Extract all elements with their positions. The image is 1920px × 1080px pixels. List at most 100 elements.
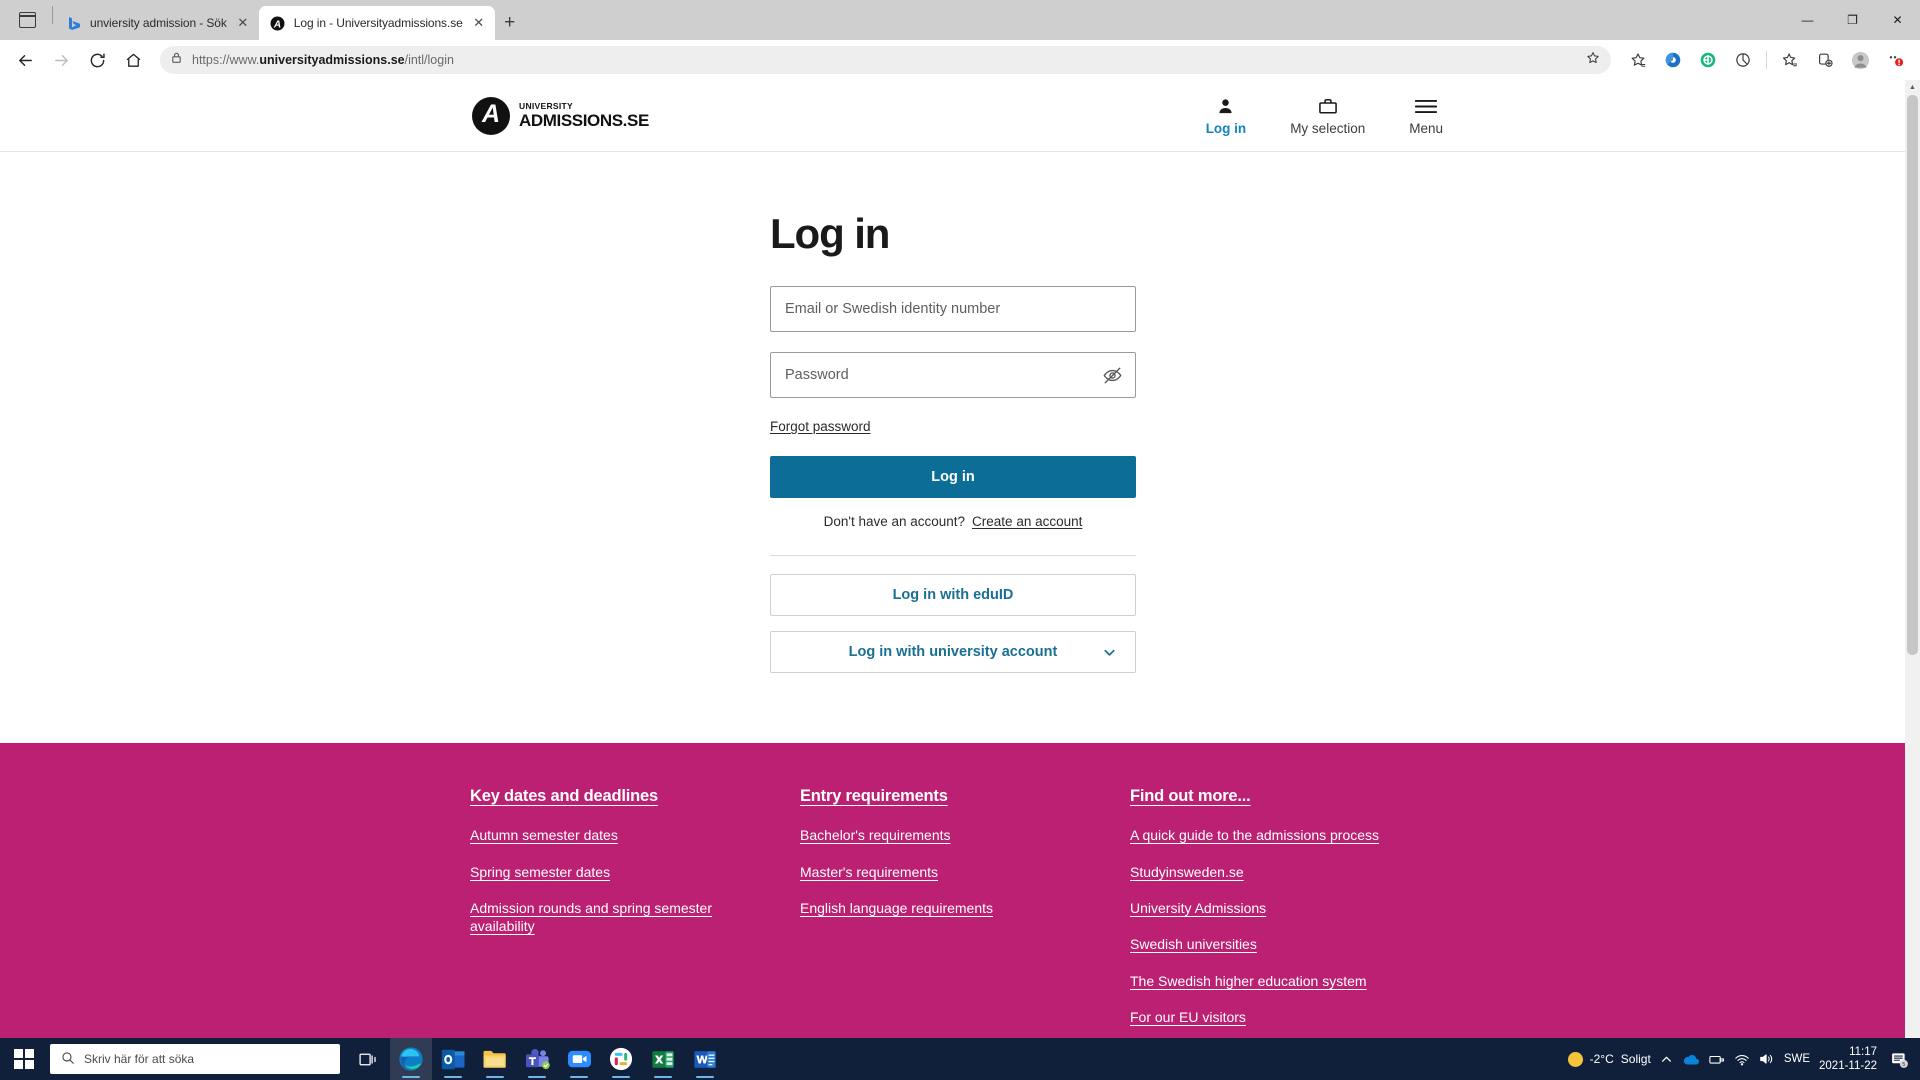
scroll-up-icon[interactable]: ▲ xyxy=(1905,80,1920,95)
nav-label: My selection xyxy=(1290,121,1366,137)
profile-icon[interactable] xyxy=(1843,43,1877,77)
notifications-icon[interactable]: 5 xyxy=(1886,1038,1912,1080)
log-in-button[interactable]: Log in xyxy=(770,456,1136,499)
footer-link[interactable]: For our EU visitors xyxy=(1130,1008,1420,1026)
email-field[interactable] xyxy=(770,286,1136,333)
lock-icon xyxy=(170,51,183,69)
password-input[interactable] xyxy=(785,353,1121,398)
log-in-university-account-button[interactable]: Log in with university account xyxy=(770,631,1136,674)
footer-link[interactable]: Master's requirements xyxy=(800,863,1090,881)
extensions-icon[interactable] xyxy=(1691,43,1725,77)
clock[interactable]: 11:17 2021-11-22 xyxy=(1819,1045,1877,1074)
settings-more-icon[interactable] xyxy=(1878,43,1912,77)
footer-link[interactable]: Swedish universities xyxy=(1130,935,1420,953)
logo-mark-icon: A xyxy=(472,96,510,135)
word-icon[interactable] xyxy=(684,1038,726,1080)
weather-widget[interactable]: -2°C Soligt xyxy=(1567,1051,1651,1067)
network-icon[interactable] xyxy=(1734,1053,1750,1066)
email-input[interactable] xyxy=(785,287,1121,332)
tab-title: unviersity admission - Sök xyxy=(90,16,227,30)
show-hidden-icons-icon[interactable] xyxy=(1660,1053,1673,1066)
toolbar-icons xyxy=(1621,43,1912,77)
password-field[interactable] xyxy=(770,352,1136,399)
footer-link[interactable]: Admission rounds and spring semester ava… xyxy=(470,899,760,936)
taskbar-search-placeholder: Skriv här för att söka xyxy=(84,1052,195,1066)
footer-columns: Key dates and deadlines Autumn semester … xyxy=(0,787,1905,1045)
footer-link[interactable]: Studyinsweden.se xyxy=(1130,863,1420,881)
web-page: A UNIVERSITY ADMISSIONS.SE Log in My sel… xyxy=(0,80,1905,1058)
clock-time: 11:17 xyxy=(1849,1045,1877,1058)
new-tab-button[interactable]: + xyxy=(495,8,525,38)
tab-actions-menu[interactable] xyxy=(4,0,50,40)
footer-column-key-dates: Key dates and deadlines Autumn semester … xyxy=(470,787,800,1045)
close-icon[interactable]: ✕ xyxy=(471,15,487,31)
tab-strip: unviersity admission - Sök ✕ A Log in - … xyxy=(0,0,1920,40)
zoom-icon[interactable] xyxy=(558,1038,600,1080)
minimize-button[interactable]: — xyxy=(1785,4,1830,36)
taskbar-search-input[interactable]: Skriv här för att söka xyxy=(50,1044,340,1074)
address-bar[interactable]: https://www.universityadmissions.se/intl… xyxy=(160,46,1611,75)
nav-item-menu[interactable]: Menu xyxy=(1409,95,1443,136)
weather-description: Soligt xyxy=(1620,1052,1651,1066)
favorites-bar-icon[interactable] xyxy=(1773,43,1807,77)
footer-link[interactable]: Bachelor's requirements xyxy=(800,826,1090,844)
task-view-icon[interactable] xyxy=(348,1038,390,1080)
nav-item-my-selection[interactable]: My selection xyxy=(1290,95,1365,136)
microsoft-edge-icon[interactable] xyxy=(390,1038,432,1080)
footer-heading: Key dates and deadlines xyxy=(470,787,658,806)
hamburger-menu-icon xyxy=(1414,95,1438,117)
add-collection-icon[interactable] xyxy=(1808,43,1842,77)
reload-icon[interactable] xyxy=(80,43,114,77)
footer-link[interactable]: The Swedish higher education system xyxy=(1130,972,1420,990)
create-account-link[interactable]: Create an account xyxy=(972,514,1082,529)
excel-icon[interactable] xyxy=(642,1038,684,1080)
footer-heading: Find out more... xyxy=(1130,787,1251,806)
site-footer: Key dates and deadlines Autumn semester … xyxy=(0,743,1905,1058)
log-in-eduid-button[interactable]: Log in with eduID xyxy=(770,574,1136,617)
onedrive-icon[interactable] xyxy=(1682,1053,1700,1066)
volume-icon[interactable] xyxy=(1759,1052,1775,1066)
page-title: Log in xyxy=(770,210,890,258)
site-logo[interactable]: A UNIVERSITY ADMISSIONS.SE xyxy=(472,96,649,135)
page-scrollbar[interactable]: ▲ ▼ xyxy=(1905,80,1920,1058)
browser-tab-1[interactable]: unviersity admission - Sök ✕ xyxy=(55,6,259,40)
windows-start-icon[interactable] xyxy=(0,1038,48,1080)
logo-line-2: ADMISSIONS.SE xyxy=(519,111,649,131)
footer-link[interactable]: English language requirements xyxy=(800,899,1090,917)
back-icon[interactable] xyxy=(8,43,42,77)
browser-window: unviersity admission - Sök ✕ A Log in - … xyxy=(0,0,1920,1058)
sunny-weather-icon xyxy=(1567,1051,1583,1067)
form-divider xyxy=(770,555,1136,557)
footer-link[interactable]: University Admissions xyxy=(1130,899,1420,917)
footer-link[interactable]: Spring semester dates xyxy=(470,863,760,881)
main-content: Log in Forgot password Log in Don't have xyxy=(0,152,1905,674)
home-icon[interactable] xyxy=(116,43,150,77)
nav-item-log-in[interactable]: Log in xyxy=(1206,95,1246,136)
slack-icon[interactable] xyxy=(600,1038,642,1080)
removable-media-icon[interactable] xyxy=(1709,1053,1725,1066)
microsoft-teams-icon[interactable] xyxy=(516,1038,558,1080)
split-screen-icon[interactable] xyxy=(1726,43,1760,77)
system-tray: -2°C Soligt SWE 11:17 2021-11-22 5 xyxy=(1567,1038,1920,1080)
file-explorer-icon[interactable] xyxy=(474,1038,516,1080)
forgot-password-link[interactable]: Forgot password xyxy=(770,419,871,434)
collections-icon[interactable] xyxy=(1621,43,1655,77)
eye-slash-icon[interactable] xyxy=(1102,365,1123,386)
language-indicator[interactable]: SWE xyxy=(1784,1053,1810,1065)
browser-tab-2[interactable]: A Log in - Universityadmissions.se ✕ xyxy=(258,6,495,40)
browser-essentials-icon[interactable] xyxy=(1656,43,1690,77)
close-window-button[interactable]: ✕ xyxy=(1875,4,1920,36)
maximize-button[interactable]: ❐ xyxy=(1830,4,1875,36)
scrollbar-thumb[interactable] xyxy=(1907,95,1918,656)
favorite-star-icon[interactable] xyxy=(1585,50,1601,71)
url-text: https://www.universityadmissions.se/intl… xyxy=(192,53,454,68)
site-header: A UNIVERSITY ADMISSIONS.SE Log in My sel… xyxy=(0,80,1905,153)
login-form: Log in Forgot password Log in Don't have xyxy=(770,210,1136,674)
footer-link[interactable]: Autumn semester dates xyxy=(470,826,760,844)
close-icon[interactable]: ✕ xyxy=(235,15,251,31)
footer-link[interactable]: A quick guide to the admissions process xyxy=(1130,826,1420,844)
briefcase-icon xyxy=(1317,95,1339,117)
svg-text:5: 5 xyxy=(1902,1062,1905,1068)
outlook-icon[interactable] xyxy=(432,1038,474,1080)
windows-taskbar: Skriv här för att söka -2°C Soligt SWE 1… xyxy=(0,1038,1920,1080)
